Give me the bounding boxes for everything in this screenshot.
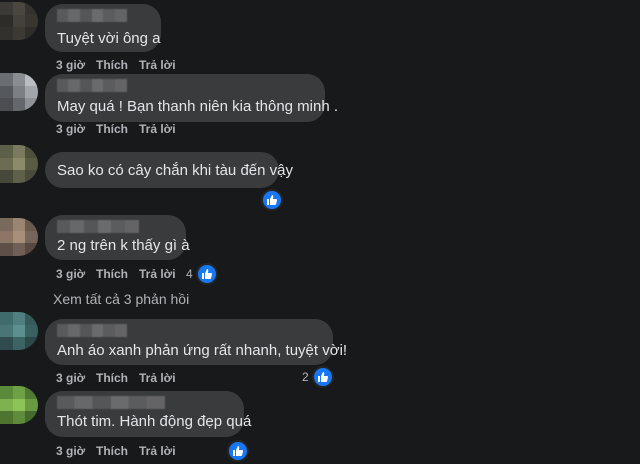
comment-text: 2 ng trên k thấy gì à: [57, 237, 190, 254]
avatar[interactable]: [0, 386, 38, 424]
comment-text: Tuyệt vời ông a: [57, 30, 161, 47]
comment-time[interactable]: 3 giờ: [56, 267, 96, 281]
reply-button[interactable]: Trả lời: [139, 58, 187, 72]
reaction-count: 4: [186, 267, 193, 281]
comment-time[interactable]: 3 giờ: [56, 444, 96, 458]
author-name[interactable]: [57, 220, 139, 233]
comment-time[interactable]: 3 giờ: [56, 371, 96, 385]
reaction-summary[interactable]: [258, 189, 283, 211]
reply-button[interactable]: Trả lời: [139, 371, 187, 385]
comment-text: Anh áo xanh phản ứng rất nhanh, tuyệt vờ…: [57, 342, 348, 359]
comment-text: Sao ko có cây chắn khi tàu đến vậy: [57, 162, 293, 179]
comment-time[interactable]: 3 giờ: [56, 58, 96, 72]
reply-button[interactable]: Trả lời: [139, 444, 187, 458]
author-name[interactable]: [57, 79, 127, 92]
reaction-summary[interactable]: 4: [186, 263, 218, 285]
comment-bubble: Tuyệt vời ông a: [45, 4, 161, 52]
reaction-summary[interactable]: [224, 440, 249, 462]
like-button[interactable]: Thích: [96, 371, 139, 385]
author-name[interactable]: [57, 396, 165, 409]
reply-button[interactable]: Trả lời: [139, 267, 187, 281]
like-thumb-icon: [311, 366, 334, 388]
comment-bubble: 2 ng trên k thấy gì à: [45, 215, 190, 260]
reaction-summary[interactable]: 2: [302, 366, 334, 388]
avatar[interactable]: [0, 73, 38, 111]
comment-bubble: Thót tim. Hành động đẹp quá: [45, 391, 251, 437]
avatar[interactable]: [0, 2, 38, 40]
author-name[interactable]: [57, 324, 127, 337]
like-thumb-icon: [227, 440, 249, 462]
like-button[interactable]: Thích: [96, 58, 139, 72]
comment-text: Thót tim. Hành động đẹp quá: [57, 413, 252, 430]
avatar[interactable]: [0, 218, 38, 256]
avatar[interactable]: [0, 312, 38, 350]
author-name[interactable]: [57, 9, 127, 22]
comment-bubble: Anh áo xanh phản ứng rất nhanh, tuyệt vờ…: [45, 319, 347, 365]
comment-bubble: Sao ko có cây chắn khi tàu đến vậy: [45, 152, 293, 188]
reaction-count: 2: [302, 370, 309, 384]
comment-bubble: May quá ! Bạn thanh niên kia thông minh …: [45, 74, 338, 122]
comment-text: May quá ! Bạn thanh niên kia thông minh …: [57, 98, 339, 115]
like-button[interactable]: Thích: [96, 267, 139, 281]
comment-time[interactable]: 3 giờ: [56, 122, 96, 136]
like-thumb-icon: [261, 189, 283, 211]
view-more-replies-link[interactable]: Xem tất cả 3 phản hồi: [53, 291, 189, 307]
like-button[interactable]: Thích: [96, 122, 139, 136]
like-button[interactable]: Thích: [96, 444, 139, 458]
reply-button[interactable]: Trả lời: [139, 122, 187, 136]
avatar[interactable]: [0, 145, 38, 183]
like-thumb-icon: [195, 263, 218, 285]
